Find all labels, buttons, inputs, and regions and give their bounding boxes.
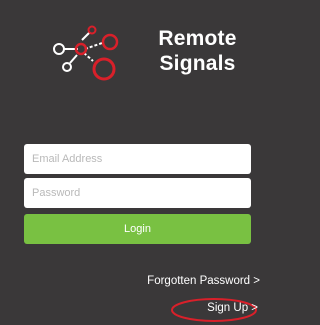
forgotten-password-link[interactable]: Forgotten Password > (147, 275, 260, 287)
login-button[interactable]: Login (24, 214, 251, 244)
sign-up-link[interactable]: Sign Up > (207, 302, 258, 314)
email-field[interactable] (24, 144, 251, 174)
remote-signals-logo-icon (53, 25, 119, 81)
brand-line-1: Remote (158, 27, 237, 50)
login-screen: Remote Signals Login Forgotten Password … (0, 0, 262, 325)
password-field[interactable] (24, 178, 251, 208)
brand-line-2: Signals (159, 52, 236, 75)
sign-up-area: Sign Up > (170, 297, 258, 323)
brand-name: Remote Signals (140, 26, 255, 76)
